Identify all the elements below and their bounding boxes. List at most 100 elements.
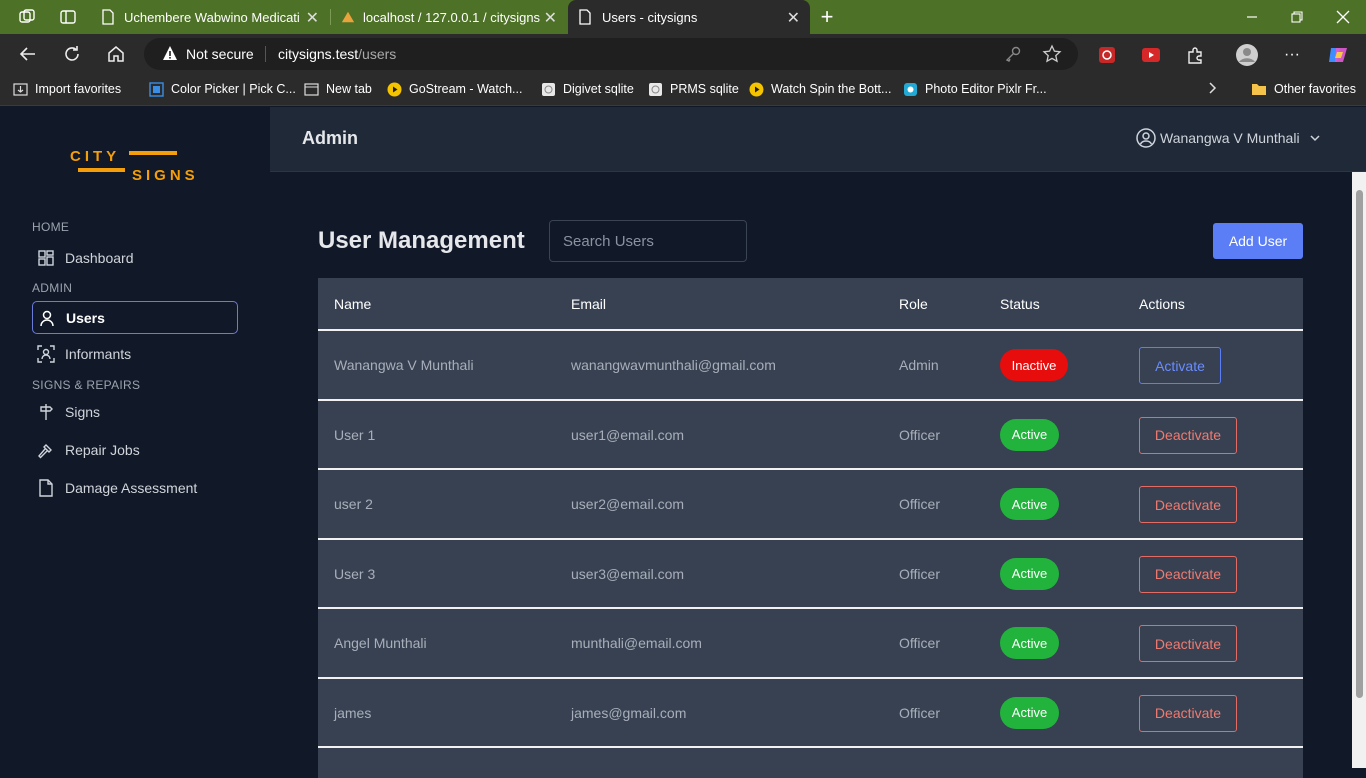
fav-pixlr[interactable]: Photo Editor Pixlr Fr... xyxy=(902,81,1047,97)
user-email-cell: james@gmail.com xyxy=(571,704,687,721)
sidebar-item-label: Repair Jobs xyxy=(65,441,140,458)
extension-red-icon[interactable] xyxy=(1096,44,1118,66)
user-icon xyxy=(38,309,66,327)
user-role-cell: Officer xyxy=(899,565,940,582)
address-bar-row: Not secure citysigns.test/users ··· xyxy=(0,34,1366,74)
browser-tab-strip: Uchembere Wabwino Medication ✕ localhost… xyxy=(0,0,1366,34)
sqlite-icon xyxy=(540,81,556,97)
column-header-name: Name xyxy=(334,296,372,312)
deactivate-button[interactable]: Deactivate xyxy=(1139,416,1237,454)
svg-text:SIGNS: SIGNS xyxy=(132,167,199,184)
fav-label: New tab xyxy=(326,82,372,96)
url-divider xyxy=(265,46,266,62)
fav-prms-sqlite[interactable]: PRMS sqlite xyxy=(647,81,739,97)
user-name-cell: Wanangwa V Munthali xyxy=(334,357,474,373)
header-title: Admin xyxy=(302,128,358,148)
page-icon xyxy=(102,9,114,25)
user-menu[interactable]: Wanangwa V Munthali xyxy=(1136,128,1320,148)
profile-avatar-icon[interactable] xyxy=(1234,42,1260,68)
minimize-icon[interactable] xyxy=(1240,0,1264,34)
fav-label: Digivet sqlite xyxy=(563,82,634,96)
url-field[interactable]: Not secure citysigns.test/users xyxy=(144,38,1078,70)
favorite-star-icon[interactable] xyxy=(1042,44,1062,64)
vertical-tabs-icon[interactable] xyxy=(55,0,81,34)
user-name-cell: james xyxy=(334,704,372,721)
deactivate-button[interactable]: Deactivate xyxy=(1139,555,1237,593)
svg-text:CITY: CITY xyxy=(70,148,120,165)
more-menu-icon[interactable]: ··· xyxy=(1281,44,1303,66)
column-header-status: Status xyxy=(1000,296,1040,312)
status-badge: Active xyxy=(1000,418,1059,451)
sidebar-item-label: Signs xyxy=(65,403,101,420)
fav-label: Import favorites xyxy=(35,82,122,96)
close-tab-icon[interactable]: ✕ xyxy=(544,8,557,28)
close-tab-icon[interactable]: ✕ xyxy=(787,8,800,28)
page-title: User Management xyxy=(318,227,525,254)
play-icon xyxy=(748,81,764,97)
fav-gostream[interactable]: GoStream - Watch... xyxy=(386,81,522,97)
status-badge: Active xyxy=(1000,557,1059,590)
sidebar-item-dashboard[interactable]: Dashboard xyxy=(32,241,238,274)
fav-color-picker[interactable]: Color Picker | Pick C... xyxy=(148,81,296,97)
fav-digivet-sqlite[interactable]: Digivet sqlite xyxy=(540,81,634,97)
page-icon xyxy=(579,9,591,25)
favorites-overflow-chevron-icon[interactable] xyxy=(1206,81,1218,95)
user-name-cell: user 2 xyxy=(334,496,373,512)
url-text[interactable]: citysigns.test/users xyxy=(278,46,396,62)
sidebar-item-repair-jobs[interactable]: Repair Jobs xyxy=(32,433,238,466)
sidebar-item-label: Damage Assessment xyxy=(65,479,198,496)
deactivate-button[interactable]: Deactivate xyxy=(1139,694,1237,732)
sidebar-item-damage-assessment[interactable]: Damage Assessment xyxy=(32,471,238,504)
user-name-cell: User 1 xyxy=(334,426,376,443)
fav-new-tab[interactable]: New tab xyxy=(303,81,372,97)
hammer-icon xyxy=(37,441,65,459)
color-picker-icon xyxy=(148,81,164,97)
play-icon xyxy=(386,81,402,97)
copilot-icon[interactable] xyxy=(1327,44,1349,66)
tab-medication[interactable]: Uchembere Wabwino Medication ✕ xyxy=(91,0,329,34)
user-email-cell: munthali@email.com xyxy=(571,635,702,651)
table-row: james james@gmail.com Officer Active Dea… xyxy=(318,679,1303,748)
fav-label: PRMS sqlite xyxy=(670,82,739,96)
fav-other-favorites[interactable]: Other favorites xyxy=(1251,81,1356,97)
security-label[interactable]: Not secure xyxy=(186,46,254,62)
tab-phpmyadmin[interactable]: localhost / 127.0.0.1 / citysigns | p ✕ xyxy=(331,0,567,34)
home-icon[interactable] xyxy=(102,40,130,68)
table-row-partial xyxy=(318,748,1303,778)
workspaces-icon[interactable] xyxy=(14,0,40,34)
activate-button[interactable]: Activate xyxy=(1139,347,1221,384)
warning-icon[interactable] xyxy=(162,45,178,61)
fav-label: Photo Editor Pixlr Fr... xyxy=(925,82,1047,96)
deactivate-button[interactable]: Deactivate xyxy=(1139,625,1237,662)
close-tab-icon[interactable]: ✕ xyxy=(306,8,319,28)
new-tab-icon[interactable]: + xyxy=(815,0,839,34)
extensions-puzzle-icon[interactable] xyxy=(1184,44,1206,66)
fav-label: Watch Spin the Bott... xyxy=(771,82,892,96)
search-input[interactable] xyxy=(549,220,747,262)
tab-title: Uchembere Wabwino Medication xyxy=(124,9,300,25)
password-key-icon[interactable] xyxy=(1004,45,1022,63)
refresh-icon[interactable] xyxy=(58,40,86,68)
sidebar-item-users[interactable]: Users xyxy=(32,301,238,334)
status-badge: Inactive xyxy=(1000,349,1068,381)
user-email-cell: user1@email.com xyxy=(571,426,685,443)
tab-users-citysigns[interactable]: Users - citysigns ✕ xyxy=(568,0,810,34)
section-signs-repairs: SIGNS & REPAIRS xyxy=(32,378,141,392)
extension-record-icon[interactable] xyxy=(1140,44,1162,66)
sidebar-item-informants[interactable]: Informants xyxy=(32,337,238,370)
phpmyadmin-icon xyxy=(341,11,355,23)
add-user-button[interactable]: Add User xyxy=(1213,223,1303,259)
fav-watch-spin[interactable]: Watch Spin the Bott... xyxy=(748,81,891,97)
fav-import-favorites[interactable]: Import favorites xyxy=(12,81,121,97)
page-scrollbar[interactable] xyxy=(1352,172,1366,768)
section-admin: ADMIN xyxy=(32,281,73,295)
restore-icon[interactable] xyxy=(1285,0,1309,34)
status-badge: Active xyxy=(1000,627,1059,659)
back-icon[interactable] xyxy=(14,40,42,68)
scrollbar-thumb[interactable] xyxy=(1356,190,1363,698)
user-role-cell: Officer xyxy=(899,496,940,512)
fav-label: GoStream - Watch... xyxy=(409,82,523,96)
sidebar-item-signs[interactable]: Signs xyxy=(32,395,238,428)
deactivate-button[interactable]: Deactivate xyxy=(1139,486,1237,523)
close-window-icon[interactable] xyxy=(1331,0,1355,34)
